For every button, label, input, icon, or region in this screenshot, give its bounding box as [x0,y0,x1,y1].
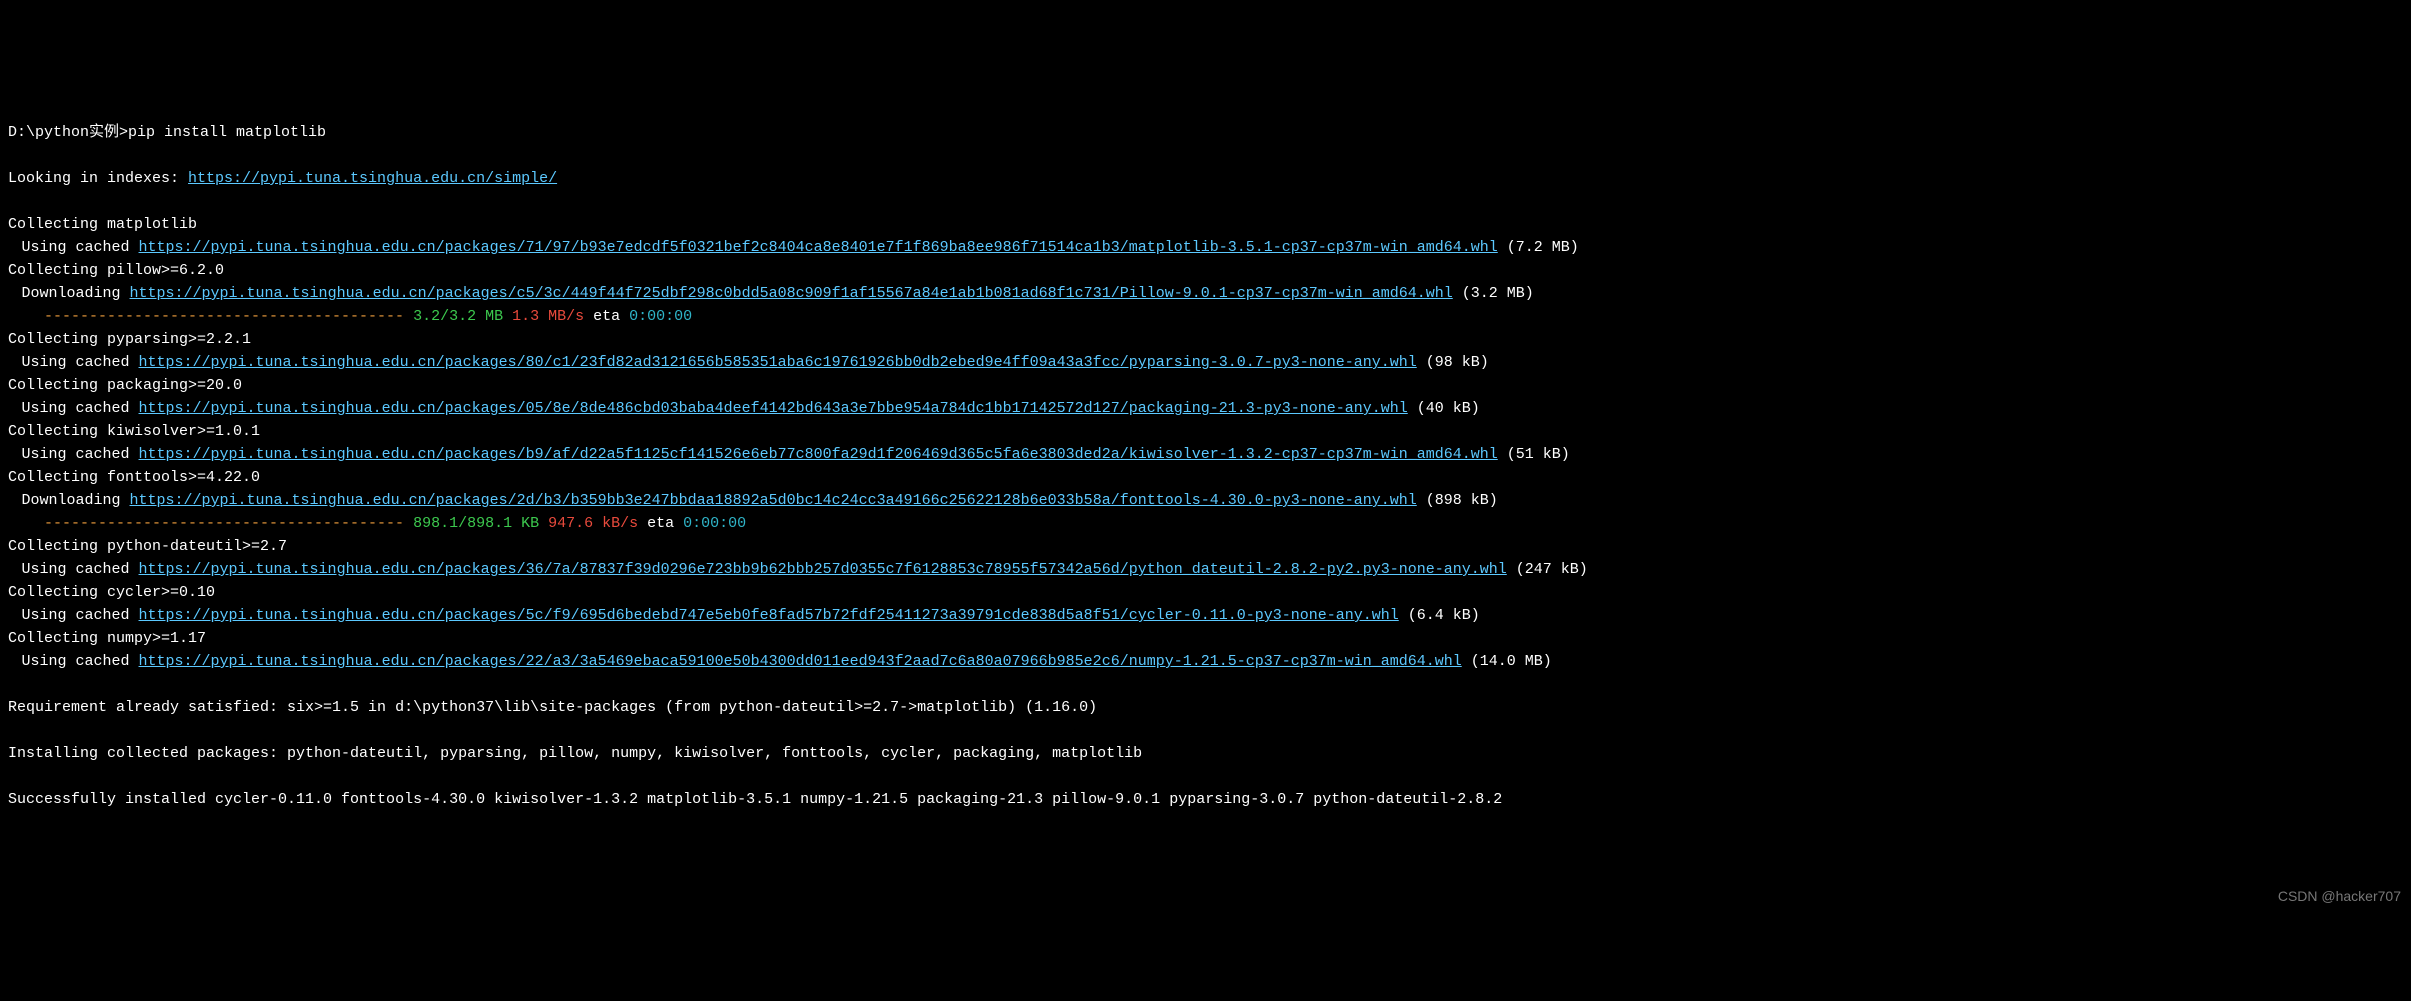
eta-value: 0:00:00 [629,308,692,325]
action-text: Using cached [22,354,139,371]
collecting-line: Collecting matplotlib [8,213,2403,236]
index-url[interactable]: https://pypi.tuna.tsinghua.edu.cn/simple… [188,170,557,187]
action-text: Using cached [22,400,139,417]
success-line: Successfully installed cycler-0.11.0 fon… [8,788,2403,811]
size-text: (14.0 MB) [1462,653,1552,670]
package-url[interactable]: https://pypi.tuna.tsinghua.edu.cn/packag… [130,492,1417,509]
action-line: Using cached https://pypi.tuna.tsinghua.… [8,604,2403,627]
command: pip install matplotlib [128,124,326,141]
size-text: (98 kB) [1417,354,1489,371]
collecting-line: Collecting packaging>=20.0 [8,374,2403,397]
size-text: (7.2 MB) [1498,239,1579,256]
package-url[interactable]: https://pypi.tuna.tsinghua.edu.cn/packag… [139,400,1408,417]
package-url[interactable]: https://pypi.tuna.tsinghua.edu.cn/packag… [139,239,1498,256]
package-url[interactable]: https://pypi.tuna.tsinghua.edu.cn/packag… [139,607,1399,624]
collecting-line: Collecting fonttools>=4.22.0 [8,466,2403,489]
package-url[interactable]: https://pypi.tuna.tsinghua.edu.cn/packag… [139,561,1507,578]
size-text: (3.2 MB) [1453,285,1534,302]
progress-speed: 947.6 kB/s [539,515,638,532]
installing-line: Installing collected packages: python-da… [8,742,2403,765]
action-text: Using cached [22,446,139,463]
path: D:\python实例> [8,124,128,141]
terminal-output: D:\python实例>pip install matplotlib Looki… [8,98,2403,834]
collecting-line: Collecting numpy>=1.17 [8,627,2403,650]
size-text: (898 kB) [1417,492,1498,509]
action-line: Using cached https://pypi.tuna.tsinghua.… [8,397,2403,420]
collecting-line: Collecting python-dateutil>=2.7 [8,535,2403,558]
size-text: (40 kB) [1408,400,1480,417]
eta-label: eta [584,308,629,325]
progress-line: ----------------------------------------… [8,512,2403,535]
requirement-line: Requirement already satisfied: six>=1.5 … [8,696,2403,719]
size-text: (51 kB) [1498,446,1570,463]
action-line: Using cached https://pypi.tuna.tsinghua.… [8,351,2403,374]
action-text: Using cached [22,607,139,624]
progress-done: 3.2/3.2 MB [413,308,503,325]
action-line: Using cached https://pypi.tuna.tsinghua.… [8,236,2403,259]
progress-speed: 1.3 MB/s [503,308,584,325]
package-url[interactable]: https://pypi.tuna.tsinghua.edu.cn/packag… [139,354,1417,371]
action-line: Using cached https://pypi.tuna.tsinghua.… [8,650,2403,673]
progress-line: ----------------------------------------… [8,305,2403,328]
collecting-line: Collecting pillow>=6.2.0 [8,259,2403,282]
action-line: Downloading https://pypi.tuna.tsinghua.e… [8,282,2403,305]
collecting-line: Collecting pyparsing>=2.2.1 [8,328,2403,351]
size-text: (6.4 kB) [1399,607,1480,624]
prompt-line: D:\python实例>pip install matplotlib [8,121,2403,144]
action-text: Downloading [22,285,130,302]
collecting-line: Collecting cycler>=0.10 [8,581,2403,604]
package-url[interactable]: https://pypi.tuna.tsinghua.edu.cn/packag… [139,653,1462,670]
action-text: Using cached [22,561,139,578]
package-url[interactable]: https://pypi.tuna.tsinghua.edu.cn/packag… [130,285,1453,302]
action-text: Using cached [22,653,139,670]
action-line: Using cached https://pypi.tuna.tsinghua.… [8,443,2403,466]
progress-done: 898.1/898.1 KB [413,515,539,532]
progress-bar: ---------------------------------------- [44,308,413,325]
action-line: Using cached https://pypi.tuna.tsinghua.… [8,558,2403,581]
action-text: Using cached [22,239,139,256]
watermark: CSDN @hacker707 [2278,885,2401,908]
progress-bar: ---------------------------------------- [44,515,413,532]
eta-label: eta [638,515,683,532]
action-text: Downloading [22,492,130,509]
collecting-line: Collecting kiwisolver>=1.0.1 [8,420,2403,443]
size-text: (247 kB) [1507,561,1588,578]
eta-value: 0:00:00 [683,515,746,532]
index-line: Looking in indexes: https://pypi.tuna.ts… [8,167,2403,190]
action-line: Downloading https://pypi.tuna.tsinghua.e… [8,489,2403,512]
package-url[interactable]: https://pypi.tuna.tsinghua.edu.cn/packag… [139,446,1498,463]
